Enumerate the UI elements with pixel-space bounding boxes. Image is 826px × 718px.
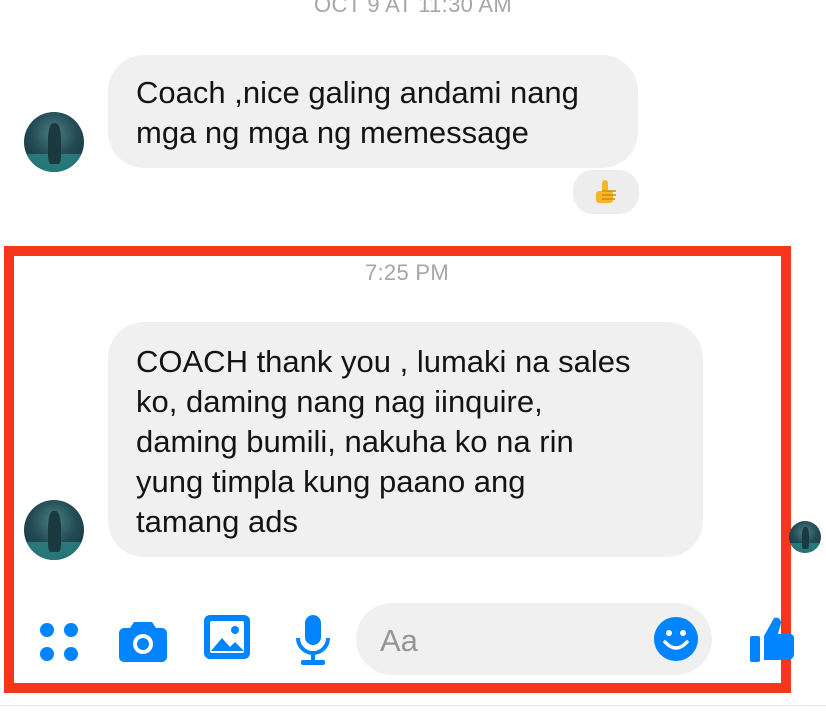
read-receipt-avatar — [789, 521, 821, 553]
like-button[interactable] — [750, 616, 794, 664]
message-input[interactable]: Aa — [356, 603, 712, 675]
input-placeholder: Aa — [380, 623, 418, 658]
emoji-icon[interactable] — [653, 616, 699, 662]
like-icon — [750, 617, 794, 662]
apps-button[interactable] — [36, 619, 84, 667]
message-bubble[interactable]: Coach ,nice galing andami nang mga ng mg… — [108, 55, 638, 168]
timestamp-recent: 7:25 PM — [364, 260, 450, 285]
microphone-button[interactable] — [295, 614, 331, 666]
gallery-button[interactable] — [203, 614, 251, 660]
camera-icon — [119, 622, 167, 662]
reaction-badge[interactable] — [571, 168, 641, 216]
bottom-divider — [0, 705, 826, 706]
microphone-icon — [296, 615, 330, 665]
contact-avatar[interactable] — [24, 500, 84, 560]
camera-button[interactable] — [118, 618, 168, 664]
message-bubble[interactable]: COACH thank you , lumaki na sales ko, da… — [108, 322, 703, 557]
gallery-icon — [204, 615, 250, 659]
thumbs-up-icon — [596, 180, 616, 203]
apps-icon — [40, 623, 78, 661]
contact-avatar[interactable] — [24, 112, 84, 172]
timestamp-top: OCT 9 AT 11:30 AM — [314, 0, 512, 17]
